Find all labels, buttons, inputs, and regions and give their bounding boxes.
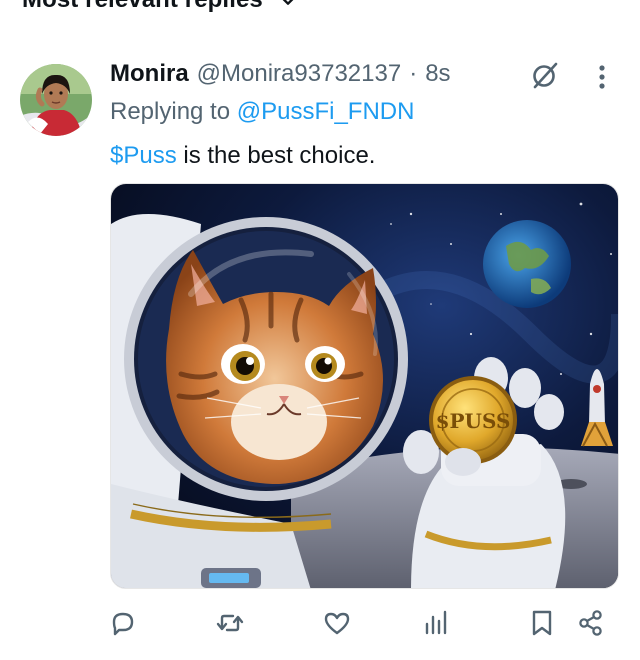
views-button[interactable] <box>421 608 451 638</box>
views-icon <box>425 610 447 635</box>
replying-prefix: Replying to <box>110 98 231 125</box>
like-button[interactable] <box>322 608 352 638</box>
retweet-icon <box>216 614 244 632</box>
share-button[interactable] <box>576 608 606 638</box>
timestamp[interactable]: 8s <box>425 60 450 88</box>
tweet-header: Monira @Monira93732137 · 8s <box>110 60 451 88</box>
retweet-button[interactable] <box>215 608 245 638</box>
like-icon <box>324 612 350 635</box>
bookmark-button[interactable] <box>527 608 557 638</box>
coin-text: $PUSS <box>436 409 511 433</box>
reply-button[interactable] <box>108 608 138 638</box>
tweet-text: $Puss is the best choice. <box>110 142 375 170</box>
separator-dot: · <box>409 60 418 87</box>
grok-icon[interactable] <box>530 60 560 90</box>
tweet-media-image[interactable]: $PUSS <box>110 183 619 589</box>
reply-icon <box>112 612 134 636</box>
sort-dropdown[interactable]: Most relevant replies <box>22 0 299 14</box>
tweet-actions-bar <box>0 608 640 638</box>
sort-label: Most relevant replies <box>22 0 263 14</box>
chevron-down-icon <box>282 0 294 5</box>
author-name[interactable]: Monira <box>110 60 189 88</box>
bookmark-icon <box>532 610 552 636</box>
replying-to: Replying to @PussFi_FNDN <box>110 98 414 126</box>
more-options-icon[interactable] <box>592 62 612 92</box>
avatar[interactable] <box>20 64 92 136</box>
author-handle[interactable]: @Monira93732137 <box>197 60 402 88</box>
share-icon <box>579 610 602 636</box>
tweet-text-body: is the best choice. <box>176 142 376 169</box>
replying-mention-link[interactable]: @PussFi_FNDN <box>237 98 415 125</box>
cashtag-link[interactable]: $Puss <box>110 142 177 169</box>
